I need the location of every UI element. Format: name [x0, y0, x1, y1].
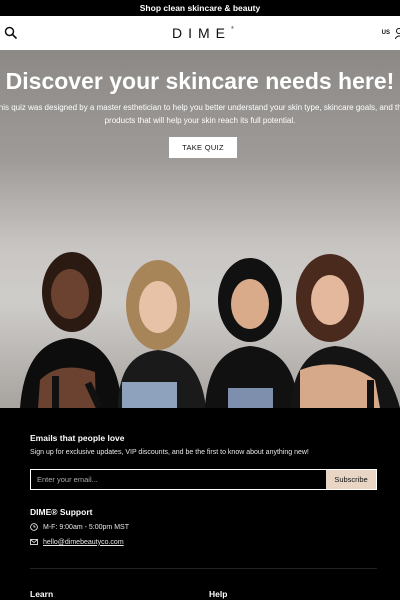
support-email: hello@dimebeautyco.com [30, 538, 124, 546]
site-footer: Emails that people love Sign up for excl… [0, 408, 400, 600]
hero-description: This quiz was designed by a master esthe… [0, 102, 400, 127]
support-title: DIME® Support [30, 507, 93, 517]
mail-icon [30, 539, 38, 545]
newsletter-title: Emails that people love [30, 433, 125, 443]
hero-headline: Discover your skincare needs here! [5, 68, 395, 94]
search-icon[interactable] [4, 26, 18, 40]
locale-selector[interactable]: US [382, 30, 390, 36]
user-icon[interactable] [395, 27, 400, 39]
site-header: DIME® US [0, 16, 400, 50]
footer-column-learn[interactable]: Learn [30, 589, 53, 599]
hero-photo-models [20, 252, 400, 408]
clock-icon [30, 523, 38, 531]
email-input[interactable] [31, 470, 326, 489]
support-hours: M-F: 9:00am - 5:00pm MST [30, 523, 129, 531]
hero-banner: Discover your skincare needs here! This … [0, 50, 400, 408]
support-email-link[interactable]: hello@dimebeautyco.com [43, 539, 124, 546]
newsletter-description: Sign up for exclusive updates, VIP disco… [30, 449, 309, 456]
take-quiz-button[interactable]: TAKE QUIZ [169, 137, 237, 158]
subscribe-button[interactable]: Subscribe [326, 470, 376, 489]
newsletter-form: Subscribe [30, 469, 377, 490]
support-hours-text: M-F: 9:00am - 5:00pm MST [43, 523, 129, 531]
hero-description-line-2: products that will help your skin reach … [104, 115, 296, 125]
announcement-text[interactable]: Shop clean skincare & beauty [140, 3, 260, 13]
footer-column-help[interactable]: Help [209, 589, 227, 599]
logo[interactable]: DIME® [166, 25, 234, 41]
announcement-bar: Shop clean skincare & beauty [0, 0, 400, 16]
hero-description-line-1: This quiz was designed by a master esthe… [0, 103, 400, 112]
footer-divider [30, 568, 377, 569]
